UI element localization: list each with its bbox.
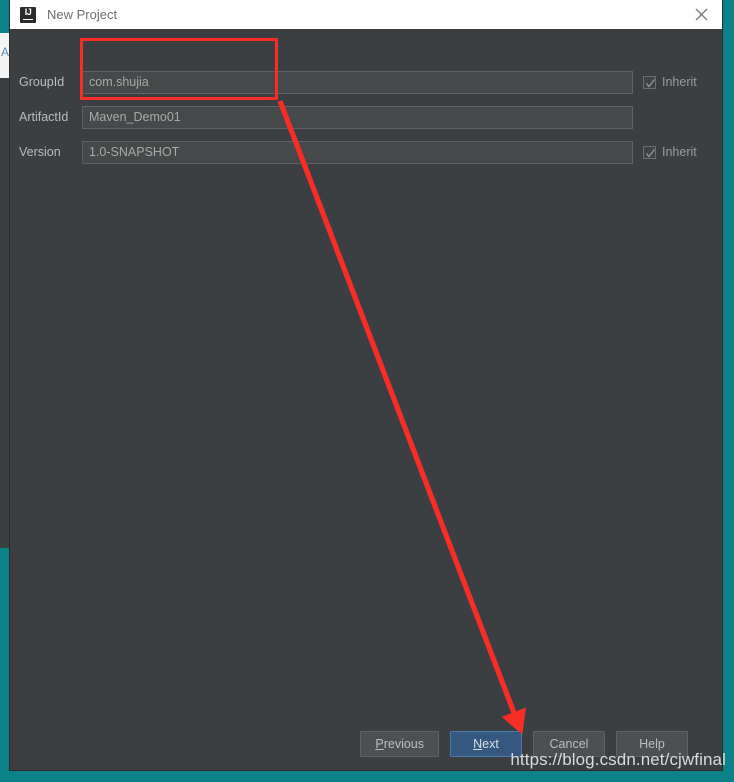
next-button-mnemonic: N (473, 737, 483, 751)
dialog-titlebar: IJ New Project (10, 0, 722, 29)
background-window-glyph: A (1, 45, 10, 59)
form-row-groupid: GroupId Inherit (10, 70, 722, 94)
form-row-artifactid: ArtifactId (10, 105, 722, 129)
dialog-body: GroupId Inherit ArtifactId Version (10, 29, 722, 770)
watermark-text: https://blog.csdn.net/cjwfinal (510, 750, 726, 769)
version-input[interactable] (82, 140, 633, 164)
next-button-label: ext (482, 737, 499, 751)
new-project-dialog: IJ New Project GroupId Inherit (10, 0, 722, 770)
groupid-inherit-label: Inherit (662, 75, 697, 89)
intellij-idea-icon: IJ (20, 6, 36, 23)
checkbox-checked-icon (643, 75, 656, 89)
artifactid-label: ArtifactId (19, 110, 69, 124)
version-inherit-checkbox[interactable]: Inherit (643, 145, 697, 159)
checkbox-checked-icon (643, 145, 656, 159)
cancel-button-label: Cancel (549, 737, 589, 751)
groupid-input[interactable] (82, 70, 633, 94)
form-row-version: Version Inherit (10, 140, 722, 164)
groupid-inherit-checkbox[interactable]: Inherit (643, 75, 697, 89)
version-inherit-label: Inherit (662, 145, 697, 159)
previous-button-mnemonic: P (375, 737, 384, 751)
artifactid-input[interactable] (82, 105, 633, 129)
previous-button[interactable]: Previous (360, 731, 439, 757)
previous-button-label: revious (383, 737, 424, 751)
version-label: Version (19, 145, 61, 159)
close-icon[interactable] (680, 0, 722, 29)
dialog-title: New Project (47, 7, 118, 22)
help-button-label: Help (639, 737, 665, 751)
groupid-label: GroupId (19, 75, 65, 89)
